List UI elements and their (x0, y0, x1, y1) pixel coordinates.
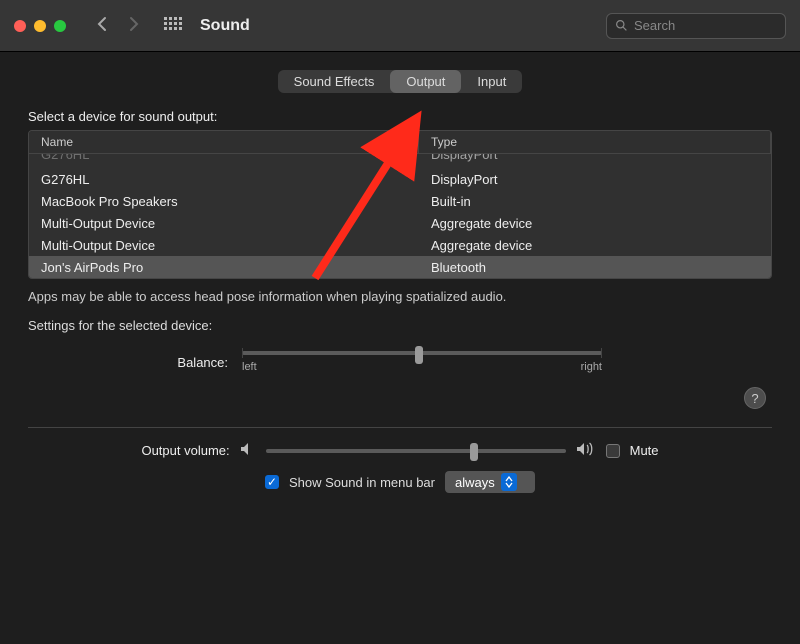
help-button[interactable]: ? (744, 387, 766, 409)
tab-input[interactable]: Input (461, 70, 522, 93)
device-name: MacBook Pro Speakers (29, 194, 419, 209)
back-button[interactable] (96, 15, 108, 37)
device-type: Built-in (419, 194, 771, 209)
balance-slider-thumb[interactable] (415, 346, 423, 364)
table-row[interactable]: Multi-Output DeviceAggregate device (29, 212, 771, 234)
column-name[interactable]: Name (29, 131, 419, 153)
zoom-window[interactable] (54, 20, 66, 32)
output-volume-label: Output volume: (141, 443, 229, 458)
dropdown-arrows-icon (501, 473, 517, 491)
device-table: Name Type G276HLDisplayPortG276HLDisplay… (28, 130, 772, 279)
spatial-audio-note: Apps may be able to access head pose inf… (28, 289, 772, 304)
minimize-window[interactable] (34, 20, 46, 32)
menubar-checkbox[interactable]: ✓ (265, 475, 279, 489)
device-name: G276HL (29, 172, 419, 187)
search-placeholder: Search (634, 18, 675, 33)
volume-slider-thumb[interactable] (470, 443, 478, 461)
menubar-label: Show Sound in menu bar (289, 475, 435, 490)
device-type: Aggregate device (419, 216, 771, 231)
device-name: Multi-Output Device (29, 238, 419, 253)
search-input[interactable]: Search (606, 13, 786, 39)
device-type: DisplayPort (419, 154, 771, 168)
window-title: Sound (200, 17, 250, 35)
balance-left-label: left (242, 361, 257, 373)
table-row[interactable]: G276HLDisplayPort (29, 168, 771, 190)
device-name: Jon's AirPods Pro (29, 260, 419, 275)
volume-high-icon (576, 442, 596, 459)
selected-device-settings: Settings for the selected device: (28, 318, 772, 333)
search-icon (615, 19, 628, 32)
content-pane: Sound Effects Output Input Select a devi… (0, 52, 800, 499)
column-type[interactable]: Type (419, 131, 771, 153)
mute-label: Mute (630, 443, 659, 458)
device-name: Multi-Output Device (29, 216, 419, 231)
nav-arrows (96, 15, 140, 37)
device-name: G276HL (29, 154, 419, 168)
divider (28, 427, 772, 428)
balance-slider[interactable]: left right (242, 351, 602, 373)
volume-low-icon (240, 442, 256, 459)
show-all-icon[interactable] (164, 17, 182, 35)
menubar-control: ✓ Show Sound in menu bar always (28, 471, 772, 493)
balance-control: Balance: left right (28, 351, 772, 373)
device-type: Bluetooth (419, 260, 771, 275)
balance-right-label: right (581, 361, 602, 373)
balance-label: Balance: (158, 355, 228, 370)
table-row[interactable]: G276HLDisplayPort (29, 154, 771, 168)
device-type: DisplayPort (419, 172, 771, 187)
device-prompt: Select a device for sound output: (28, 109, 772, 124)
window-controls (14, 20, 66, 32)
device-type: Aggregate device (419, 238, 771, 253)
table-header: Name Type (29, 131, 771, 154)
mute-checkbox[interactable] (606, 444, 620, 458)
table-row[interactable]: MacBook Pro SpeakersBuilt-in (29, 190, 771, 212)
output-volume-control: Output volume: Mute (28, 442, 772, 459)
titlebar: Sound Search (0, 0, 800, 52)
menubar-dropdown-value: always (455, 475, 495, 490)
menubar-dropdown[interactable]: always (445, 471, 535, 493)
tab-sound-effects[interactable]: Sound Effects (278, 70, 391, 93)
table-row[interactable]: Jon's AirPods ProBluetooth (29, 256, 771, 278)
tab-bar: Sound Effects Output Input (28, 70, 772, 93)
close-window[interactable] (14, 20, 26, 32)
tab-output[interactable]: Output (390, 70, 461, 93)
table-row[interactable]: Multi-Output DeviceAggregate device (29, 234, 771, 256)
volume-slider[interactable] (266, 449, 566, 453)
forward-button[interactable] (128, 15, 140, 37)
